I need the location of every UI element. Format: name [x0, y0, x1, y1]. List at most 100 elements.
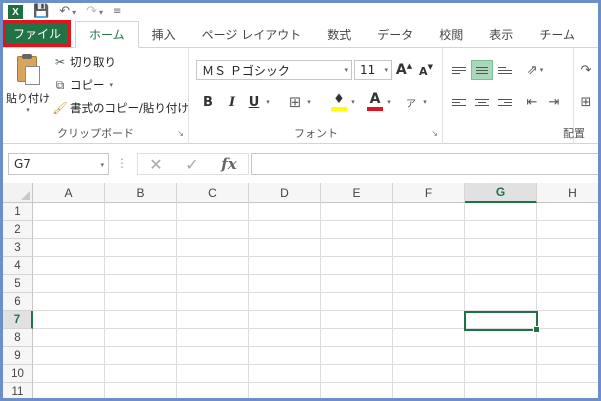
font-color-dropdown-icon[interactable]: ▾ [384, 93, 392, 111]
tab-team[interactable]: チーム [526, 21, 588, 47]
column-header-e[interactable]: E [321, 183, 393, 203]
row-header-9[interactable]: 9 [3, 347, 33, 365]
paste-button[interactable]: 貼り付け ▾ [5, 54, 51, 114]
font-launcher-icon[interactable]: ↘ [431, 129, 438, 138]
font-size-dropdown-icon: ▾ [384, 66, 388, 74]
row-header-10[interactable]: 10 [3, 365, 33, 383]
fill-bucket-icon: ♦ [333, 91, 345, 107]
cell-area[interactable] [33, 203, 598, 398]
phonetic-guide-icon[interactable]: ア [402, 92, 420, 112]
bold-button[interactable]: B [200, 93, 216, 111]
tab-formulas[interactable]: 数式 [314, 21, 364, 47]
tab-review[interactable]: 校閲 [426, 21, 476, 47]
cut-button[interactable]: ✂ 切り取り [53, 54, 116, 70]
font-size-value: 11 [360, 63, 376, 77]
grow-font-button[interactable]: A ▲ [396, 61, 412, 79]
row-header-2[interactable]: 2 [3, 221, 33, 239]
wrap-text-icon[interactable]: ↷ [577, 60, 595, 80]
column-header-g[interactable]: G [465, 183, 537, 203]
borders-icon[interactable]: ⊞ [286, 93, 304, 111]
enter-icon[interactable]: ✓ [185, 155, 198, 174]
column-header-c[interactable]: C [177, 183, 249, 203]
tab-data[interactable]: データ [364, 21, 426, 47]
row-header-6[interactable]: 6 [3, 293, 33, 311]
shrink-font-button[interactable]: A ▼ [418, 62, 434, 80]
formula-input[interactable] [251, 153, 598, 175]
font-name-value: ＭＳ Ｐゴシック [202, 63, 290, 78]
underline-dropdown-icon[interactable]: ▾ [263, 93, 271, 111]
grow-font-icon: A [395, 62, 407, 78]
select-all-button[interactable] [3, 183, 33, 203]
clipboard-group: 貼り付け ▾ ✂ 切り取り ⧉ コピー ▾ 🖌 書式のコピー/貼り付け クリップ… [3, 48, 189, 144]
undo-dropdown-icon[interactable]: ▾ [72, 8, 76, 17]
tab-page-layout[interactable]: ページ レイアウト [189, 21, 315, 47]
align-bottom-icon[interactable] [494, 60, 516, 80]
underline-button[interactable]: U [246, 93, 262, 111]
paste-dropdown-icon[interactable]: ▾ [26, 106, 30, 114]
row-header-11[interactable]: 11 [3, 383, 33, 398]
paste-label: 貼り付け [6, 92, 50, 105]
fill-color-dropdown-icon[interactable]: ▾ [348, 93, 356, 111]
tab-home[interactable]: ホーム [75, 21, 139, 48]
align-right-icon[interactable] [494, 92, 516, 112]
row-header-8[interactable]: 8 [3, 329, 33, 347]
clipboard-launcher-icon[interactable]: ↘ [177, 129, 184, 138]
insert-function-icon[interactable]: fx [221, 155, 236, 173]
column-header-h[interactable]: H [537, 183, 598, 203]
copy-dropdown-icon[interactable]: ▾ [110, 81, 114, 89]
row-header-4[interactable]: 4 [3, 257, 33, 275]
align-top-icon[interactable] [448, 60, 470, 80]
column-header-a[interactable]: A [33, 183, 105, 203]
name-box[interactable]: G7 ▾ [8, 153, 109, 175]
format-painter-button[interactable]: 🖌 書式のコピー/貼り付け [52, 100, 189, 116]
tab-view[interactable]: 表示 [476, 21, 526, 47]
column-header-f[interactable]: F [393, 183, 465, 203]
format-painter-icon: 🖌 [52, 101, 68, 115]
align-left-icon[interactable] [448, 92, 470, 112]
save-icon[interactable]: 💾 [33, 5, 49, 19]
font-color-button[interactable]: A [366, 90, 384, 112]
row-header-7[interactable]: 7 [3, 311, 33, 329]
copy-button[interactable]: ⧉ コピー ▾ [53, 77, 113, 93]
decrease-indent-icon[interactable]: ⇤ [522, 92, 542, 112]
customize-icon[interactable]: ≡ [113, 5, 121, 19]
alignment-group-label: 配置 [563, 127, 585, 140]
font-group-label: フォント [294, 127, 338, 140]
align-middle-icon[interactable] [471, 60, 493, 80]
format-painter-label: 書式のコピー/貼り付け [70, 101, 189, 115]
tab-file[interactable]: ファイル [3, 20, 72, 47]
undo-icon[interactable]: ↶ [59, 5, 70, 19]
row-header-5[interactable]: 5 [3, 275, 33, 293]
formula-bar-buttons: ✕ ✓ fx [137, 153, 249, 175]
italic-button[interactable]: I [224, 93, 240, 111]
column-header-b[interactable]: B [105, 183, 177, 203]
increase-indent-icon[interactable]: ⇥ [544, 92, 564, 112]
merge-cells-icon[interactable]: ⊞ [577, 92, 595, 112]
formula-bar-grip-icon[interactable]: ⋮ [116, 156, 128, 170]
row-header-3[interactable]: 3 [3, 239, 33, 257]
fill-color-button[interactable]: ♦ [330, 90, 348, 112]
align-center-icon[interactable] [471, 92, 493, 112]
font-group: ＭＳ Ｐゴシック ▾ 11 ▾ A ▲ A ▼ B I U ▾ ⊞ ▾ ♦ ▾ A … [190, 48, 443, 144]
scissors-icon: ✂ [54, 55, 66, 69]
phonetic-dropdown-icon[interactable]: ▾ [420, 93, 428, 111]
orientation-icon[interactable]: ⇗ ▾ [524, 60, 546, 80]
font-name-dropdown-icon: ▾ [344, 66, 348, 74]
row-header-1[interactable]: 1 [3, 203, 33, 221]
ribbon: 貼り付け ▾ ✂ 切り取り ⧉ コピー ▾ 🖌 書式のコピー/貼り付け クリップ… [3, 48, 598, 144]
font-name-select[interactable]: ＭＳ Ｐゴシック ▾ [196, 60, 352, 80]
redo-dropdown-icon[interactable]: ▾ [99, 8, 103, 17]
column-header-d[interactable]: D [249, 183, 321, 203]
name-box-value: G7 [14, 157, 31, 171]
cancel-icon[interactable]: ✕ [149, 155, 162, 174]
borders-dropdown-icon[interactable]: ▾ [304, 93, 312, 111]
tab-insert[interactable]: 挿入 [139, 21, 189, 47]
formula-bar: G7 ▾ ⋮ ✕ ✓ fx [3, 150, 598, 178]
cut-label: 切り取り [70, 55, 116, 69]
ribbon-tabs: ファイル ホーム 挿入 ページ レイアウト 数式 データ 校閲 表示 チーム [3, 20, 598, 48]
name-box-dropdown-icon[interactable]: ▾ [100, 161, 104, 169]
active-cell-g7[interactable] [464, 311, 540, 333]
quick-access-toolbar: X 💾 ↶ ▾ ↷ ▾ ≡ [3, 3, 598, 21]
font-size-select[interactable]: 11 ▾ [354, 60, 392, 80]
redo-icon[interactable]: ↷ [86, 5, 97, 19]
